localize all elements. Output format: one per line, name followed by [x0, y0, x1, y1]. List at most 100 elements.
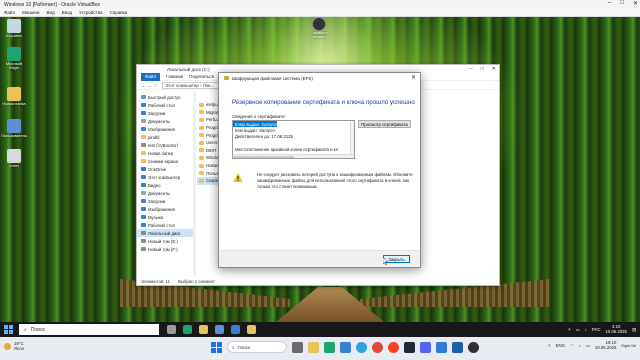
tray-chevron-icon[interactable]: ˄ — [568, 327, 571, 332]
weather-widget[interactable]: 19°C Ясно — [4, 341, 24, 352]
desktop-icon[interactable]: Microsoft Edge — [1, 47, 27, 71]
explorer-icon[interactable] — [199, 325, 208, 334]
host-wifi-icon[interactable]: ◠ — [570, 343, 574, 349]
certificate-vertical-scrollbar[interactable] — [350, 121, 354, 158]
vbox-menu-item[interactable]: Файл — [4, 10, 15, 15]
vbox-menu-item[interactable]: Справка — [110, 10, 128, 15]
guest-language[interactable]: РУС — [592, 327, 601, 332]
store-icon[interactable] — [215, 325, 224, 334]
host-edge-icon[interactable] — [324, 341, 335, 353]
nav-item[interactable]: Изображения — [137, 205, 193, 213]
host-yandex-icon[interactable] — [388, 341, 399, 353]
notification-icon[interactable]: ▤ — [632, 327, 636, 333]
guest-clock[interactable]: 4:10 10.06.2025 — [605, 324, 627, 334]
host-chrome-icon[interactable] — [372, 341, 383, 353]
host-discord-icon[interactable] — [420, 341, 431, 353]
nav-item[interactable]: Новая папка — [137, 149, 193, 157]
explorer-maximize-icon[interactable]: □ — [481, 66, 484, 72]
desktop-icon[interactable]: Новая папка — [1, 87, 27, 106]
nav-item[interactable]: Рабочий стол — [137, 221, 193, 229]
folder-icon — [199, 140, 204, 145]
taskbar-search-placeholder: Поиск — [30, 326, 45, 333]
nav-item[interactable]: OneDrive — [137, 165, 193, 173]
warning-text: Не следует рисковать потерей доступа к з… — [257, 172, 413, 189]
nav-item[interactable]: Документы — [137, 189, 193, 197]
folder-icon — [199, 110, 204, 115]
nav-item[interactable]: Загрузки — [137, 197, 193, 205]
nav-item-icon — [141, 167, 146, 171]
task-view-icon[interactable] — [167, 325, 176, 334]
taskbar-search[interactable]: ⌕ Поиск — [19, 324, 159, 335]
nav-item[interactable]: Документы — [137, 117, 193, 125]
nav-item[interactable]: Снимки экрана — [137, 157, 193, 165]
up-arrow-icon[interactable]: ↑ — [154, 83, 156, 88]
certificate-info-box[interactable]: Кому выдан: Samyon Кем выдан: Samyon Дейст… — [232, 120, 355, 159]
host-store-icon[interactable] — [340, 341, 351, 353]
host-explorer-icon[interactable] — [308, 341, 319, 353]
host-volume-icon[interactable]: ♪ — [579, 343, 581, 348]
vbox-menu-item[interactable]: Ввод — [62, 10, 72, 15]
nav-item[interactable]: Музыка — [137, 213, 193, 221]
vbox-menu-item[interactable]: Машина — [22, 10, 39, 15]
ribbon-tab[interactable]: Поделиться — [189, 74, 214, 79]
folder-icon — [199, 163, 204, 168]
network-icon[interactable]: ▭ — [576, 327, 580, 333]
volume-icon[interactable]: ♪ — [585, 327, 587, 332]
host-taskbar-center: ⌕ Поиск — [210, 341, 479, 353]
host-language[interactable]: ENG — [556, 343, 565, 348]
host-task-view-icon[interactable] — [292, 341, 303, 353]
explorer-active-icon[interactable] — [247, 325, 256, 334]
nav-item[interactable]: Новый том (F:) — [137, 245, 193, 253]
vbox-menu-bar: Файл Машина Вид Ввод Устройства Справка — [0, 9, 640, 17]
host-tray-chevron-icon[interactable]: ˄ — [548, 343, 551, 348]
scroll-thumb[interactable] — [234, 156, 294, 158]
navigation-scrollbar[interactable] — [193, 91, 196, 275]
view-certificate-button[interactable]: Просмотр сертификата — [358, 120, 411, 128]
host-search-box[interactable]: ⌕ Поиск — [227, 341, 287, 353]
nav-item[interactable]: Изображения — [137, 125, 193, 133]
edge-icon[interactable] — [183, 325, 192, 334]
ribbon-tab[interactable]: Файл — [141, 72, 161, 81]
host-obs-icon[interactable] — [468, 341, 479, 353]
efs-dialog: Шифрующая файловая система (EFS) ✕ Резер… — [218, 72, 421, 268]
host-start-button[interactable] — [210, 341, 222, 353]
nav-item[interactable]: Локальный диск — [137, 229, 193, 237]
maximize-icon[interactable]: □ — [620, 0, 624, 7]
close-icon[interactable]: ✕ — [633, 0, 638, 7]
nav-item[interactable]: pindbl — [137, 133, 193, 141]
mail-icon[interactable] — [231, 325, 240, 334]
dialog-close-icon[interactable]: ✕ — [411, 74, 416, 81]
minimize-icon[interactable]: – — [608, 0, 611, 7]
explorer-close-icon[interactable]: ✕ — [492, 66, 496, 72]
vbox-menu-item[interactable]: Устройства — [79, 10, 103, 15]
nav-item[interactable]: Быстрый доступ — [137, 93, 193, 101]
status-selected: Выбран 1 элемент — [178, 278, 216, 284]
nav-item[interactable]: Новый том (E:) — [137, 237, 193, 245]
host-code-icon[interactable] — [436, 341, 447, 353]
nav-item[interactable]: Рабочий стол — [137, 101, 193, 109]
start-button[interactable] — [2, 323, 15, 336]
user-session-widget[interactable]: Сохранить сессию — [307, 17, 331, 39]
nav-item[interactable]: Видео — [137, 181, 193, 189]
host-clock[interactable]: 19:10 10.06.2025 — [595, 340, 617, 351]
explorer-minimize-icon[interactable]: – — [470, 66, 473, 72]
vbox-title: Windows 10 [Работает] - Oracle VirtualBo… — [4, 1, 101, 8]
vbox-menu-item[interactable]: Вид — [47, 10, 55, 15]
nav-item[interactable]: test (\\VBoxSvr) — [137, 141, 193, 149]
nav-item[interactable]: Этот компьютер — [137, 173, 193, 181]
desktop-icon[interactable]: Корзина — [1, 19, 27, 38]
certificate-horizontal-scrollbar[interactable] — [233, 154, 354, 158]
nav-item[interactable]: Загрузки — [137, 109, 193, 117]
host-steam-icon[interactable] — [404, 341, 415, 353]
host-virtualbox-icon[interactable] — [452, 341, 463, 353]
desktop-icon[interactable]: Пользователь — [1, 119, 27, 138]
back-arrow-icon[interactable]: ← — [141, 83, 146, 88]
nav-item-icon — [141, 135, 146, 139]
host-battery-icon[interactable]: ▭ — [586, 343, 590, 349]
forward-arrow-icon[interactable]: → — [148, 83, 153, 88]
host-telegram-icon[interactable] — [356, 341, 367, 353]
desktop-icon-label: Microsoft Edge — [5, 61, 23, 71]
folder-icon — [7, 87, 21, 101]
ribbon-tab[interactable]: Главная — [166, 74, 183, 79]
desktop-icon[interactable]: ключ — [1, 149, 27, 168]
